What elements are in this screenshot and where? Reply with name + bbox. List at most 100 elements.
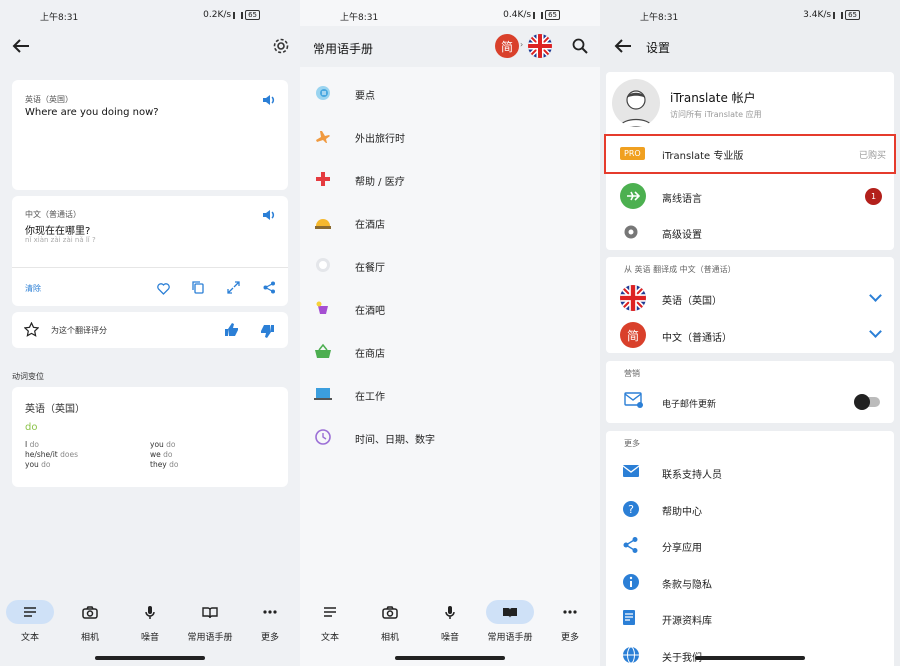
list-item[interactable]: 在酒店 xyxy=(300,204,600,247)
share-icon[interactable] xyxy=(263,279,276,298)
clear-button[interactable]: 清除 xyxy=(25,283,41,294)
book-icon xyxy=(486,600,534,624)
open-source-row[interactable]: 开源资料库 xyxy=(606,600,894,636)
speaker-icon[interactable] xyxy=(262,92,276,111)
star-icon[interactable] xyxy=(23,321,40,341)
conj-right: you do we do they do xyxy=(150,440,179,469)
source-card[interactable]: 英语（英国） Where are you doing now? xyxy=(12,80,288,190)
chevron-down-icon[interactable] xyxy=(869,289,882,302)
airplane-icon xyxy=(314,128,332,144)
toggle-knob xyxy=(854,394,870,410)
list-item[interactable]: 外出旅行时 xyxy=(300,118,600,161)
translate-screen: 上午8:31 0.2K/s 65 英语（英国） Where are you do… xyxy=(0,0,300,666)
advanced-settings-row[interactable]: 高级设置 xyxy=(606,214,894,250)
svg-text:?: ? xyxy=(628,503,634,516)
nav-text[interactable]: 文本 xyxy=(0,600,60,643)
language-group: 从 英语 翻译成 中文（普通话） 英语（英国） 简 中文（普通话） xyxy=(606,257,894,353)
arrow-right-icon: › xyxy=(520,40,524,49)
list-item[interactable]: 帮助 / 医疗 xyxy=(300,161,600,204)
list-item[interactable]: 在工作 xyxy=(300,376,600,419)
avatar[interactable] xyxy=(612,79,660,127)
contact-support-row[interactable]: 联系支持人员 xyxy=(606,454,894,490)
pro-label: iTranslate 专业版 xyxy=(662,151,744,162)
net-speed: 0.4K/s xyxy=(503,10,532,20)
nav-camera[interactable]: 相机 xyxy=(360,600,420,643)
back-arrow-icon[interactable] xyxy=(614,38,632,58)
home-indicator[interactable] xyxy=(95,656,205,660)
settings-screen: 上午8:31 3.4K/s 65 设置 iTranslate 帐户 访问所有 i… xyxy=(600,0,900,666)
target-card: 中文（普通话） 你现在在哪里? nǐ xiàn zài zài nǎ lǐ ? … xyxy=(12,196,288,306)
verb: do xyxy=(25,422,38,433)
gear-icon[interactable] xyxy=(272,37,290,55)
speaker-icon[interactable] xyxy=(262,207,276,226)
battery-icon: 65 xyxy=(245,10,260,20)
net-speed: 0.2K/s xyxy=(203,10,232,20)
home-indicator[interactable] xyxy=(695,656,805,660)
search-icon[interactable] xyxy=(572,38,588,58)
nav-more[interactable]: 更多 xyxy=(540,600,600,643)
lang-from[interactable]: 英语（英国） xyxy=(662,292,722,307)
microphone-icon xyxy=(426,600,474,624)
nav-more[interactable]: 更多 xyxy=(240,600,300,643)
uk-flag-icon[interactable] xyxy=(528,34,552,58)
expand-icon[interactable] xyxy=(227,279,240,298)
pro-row[interactable]: PRO iTranslate 专业版 已购买 xyxy=(604,134,896,174)
heart-icon[interactable] xyxy=(157,280,170,299)
status-network: 3.4K/s 65 xyxy=(803,10,860,20)
email-toggle[interactable] xyxy=(854,394,880,410)
nav-voice[interactable]: 噪音 xyxy=(120,600,180,643)
airplane-icon xyxy=(620,183,646,209)
status-bar: 上午8:31 3.4K/s 65 xyxy=(600,10,900,24)
page-title: 设置 xyxy=(646,41,671,55)
lang-to[interactable]: 中文（普通话） xyxy=(662,329,732,344)
list-item[interactable]: 在商店 xyxy=(300,333,600,376)
battery-icon: 65 xyxy=(545,10,560,20)
nav-voice[interactable]: 噪音 xyxy=(420,600,480,643)
conj-lang: 英语（英国） xyxy=(25,404,85,415)
list-item[interactable]: 要点 xyxy=(300,75,600,118)
pinyin-text: nǐ xiàn zài zài nǎ lǐ ? xyxy=(25,236,96,244)
account-title[interactable]: iTranslate 帐户 xyxy=(670,89,756,106)
more-dots-icon xyxy=(546,600,594,624)
divider xyxy=(12,267,288,268)
list-item[interactable]: 在餐厅 xyxy=(300,247,600,290)
nav-text[interactable]: 文本 xyxy=(300,600,360,643)
camera-icon xyxy=(66,600,114,624)
rate-card[interactable]: 为这个翻译评分 xyxy=(12,312,288,348)
source-text[interactable]: Where are you doing now? xyxy=(25,107,159,118)
nav-phrasebook[interactable]: 常用语手册 xyxy=(480,600,540,643)
camera-icon xyxy=(366,600,414,624)
laptop-icon xyxy=(314,386,332,402)
marketing-label: 营销 xyxy=(624,369,640,378)
book-icon xyxy=(186,600,234,624)
offline-languages-row[interactable]: 离线语言 1 xyxy=(606,178,894,214)
status-time: 上午8:31 xyxy=(640,13,679,23)
email-label: 电子邮件更新 xyxy=(662,400,717,410)
thumbs-down-icon[interactable] xyxy=(260,323,275,342)
status-bar: 上午8:31 0.2K/s 65 xyxy=(0,10,300,24)
home-indicator[interactable] xyxy=(395,656,505,660)
chevron-down-icon[interactable] xyxy=(869,325,882,338)
status-bar: 上午8:31 0.4K/s 65 xyxy=(300,10,600,24)
help-icon: ? xyxy=(622,500,642,518)
list-item[interactable]: 时间、日期、数字 xyxy=(300,419,600,462)
account-subtitle: 访问所有 iTranslate 应用 xyxy=(670,110,762,119)
thumbs-up-icon[interactable] xyxy=(224,322,239,341)
zh-flag-icon[interactable]: 简 xyxy=(495,34,519,58)
nav-phrasebook[interactable]: 常用语手册 xyxy=(180,600,240,643)
hotel-bell-icon xyxy=(314,214,332,230)
list-item[interactable]: 在酒吧 xyxy=(300,290,600,333)
target-text: 你现在在哪里? xyxy=(25,226,91,237)
help-center-row[interactable]: ? 帮助中心 xyxy=(606,491,894,527)
about-row[interactable]: 关于我们 xyxy=(606,637,894,666)
back-arrow-icon[interactable] xyxy=(12,38,32,54)
conjugation-card: 英语（英国） do I do he/she/it does you do you… xyxy=(12,387,288,487)
rate-label: 为这个翻译评分 xyxy=(51,326,107,335)
copy-icon[interactable] xyxy=(192,279,204,298)
signal-icon xyxy=(533,11,544,19)
email-icon xyxy=(624,392,644,412)
share-app-row[interactable]: 分享应用 xyxy=(606,527,894,563)
terms-privacy-row[interactable]: 条款与隐私 xyxy=(606,564,894,600)
direction-label: 从 英语 翻译成 中文（普通话） xyxy=(624,265,736,274)
nav-camera[interactable]: 相机 xyxy=(60,600,120,643)
